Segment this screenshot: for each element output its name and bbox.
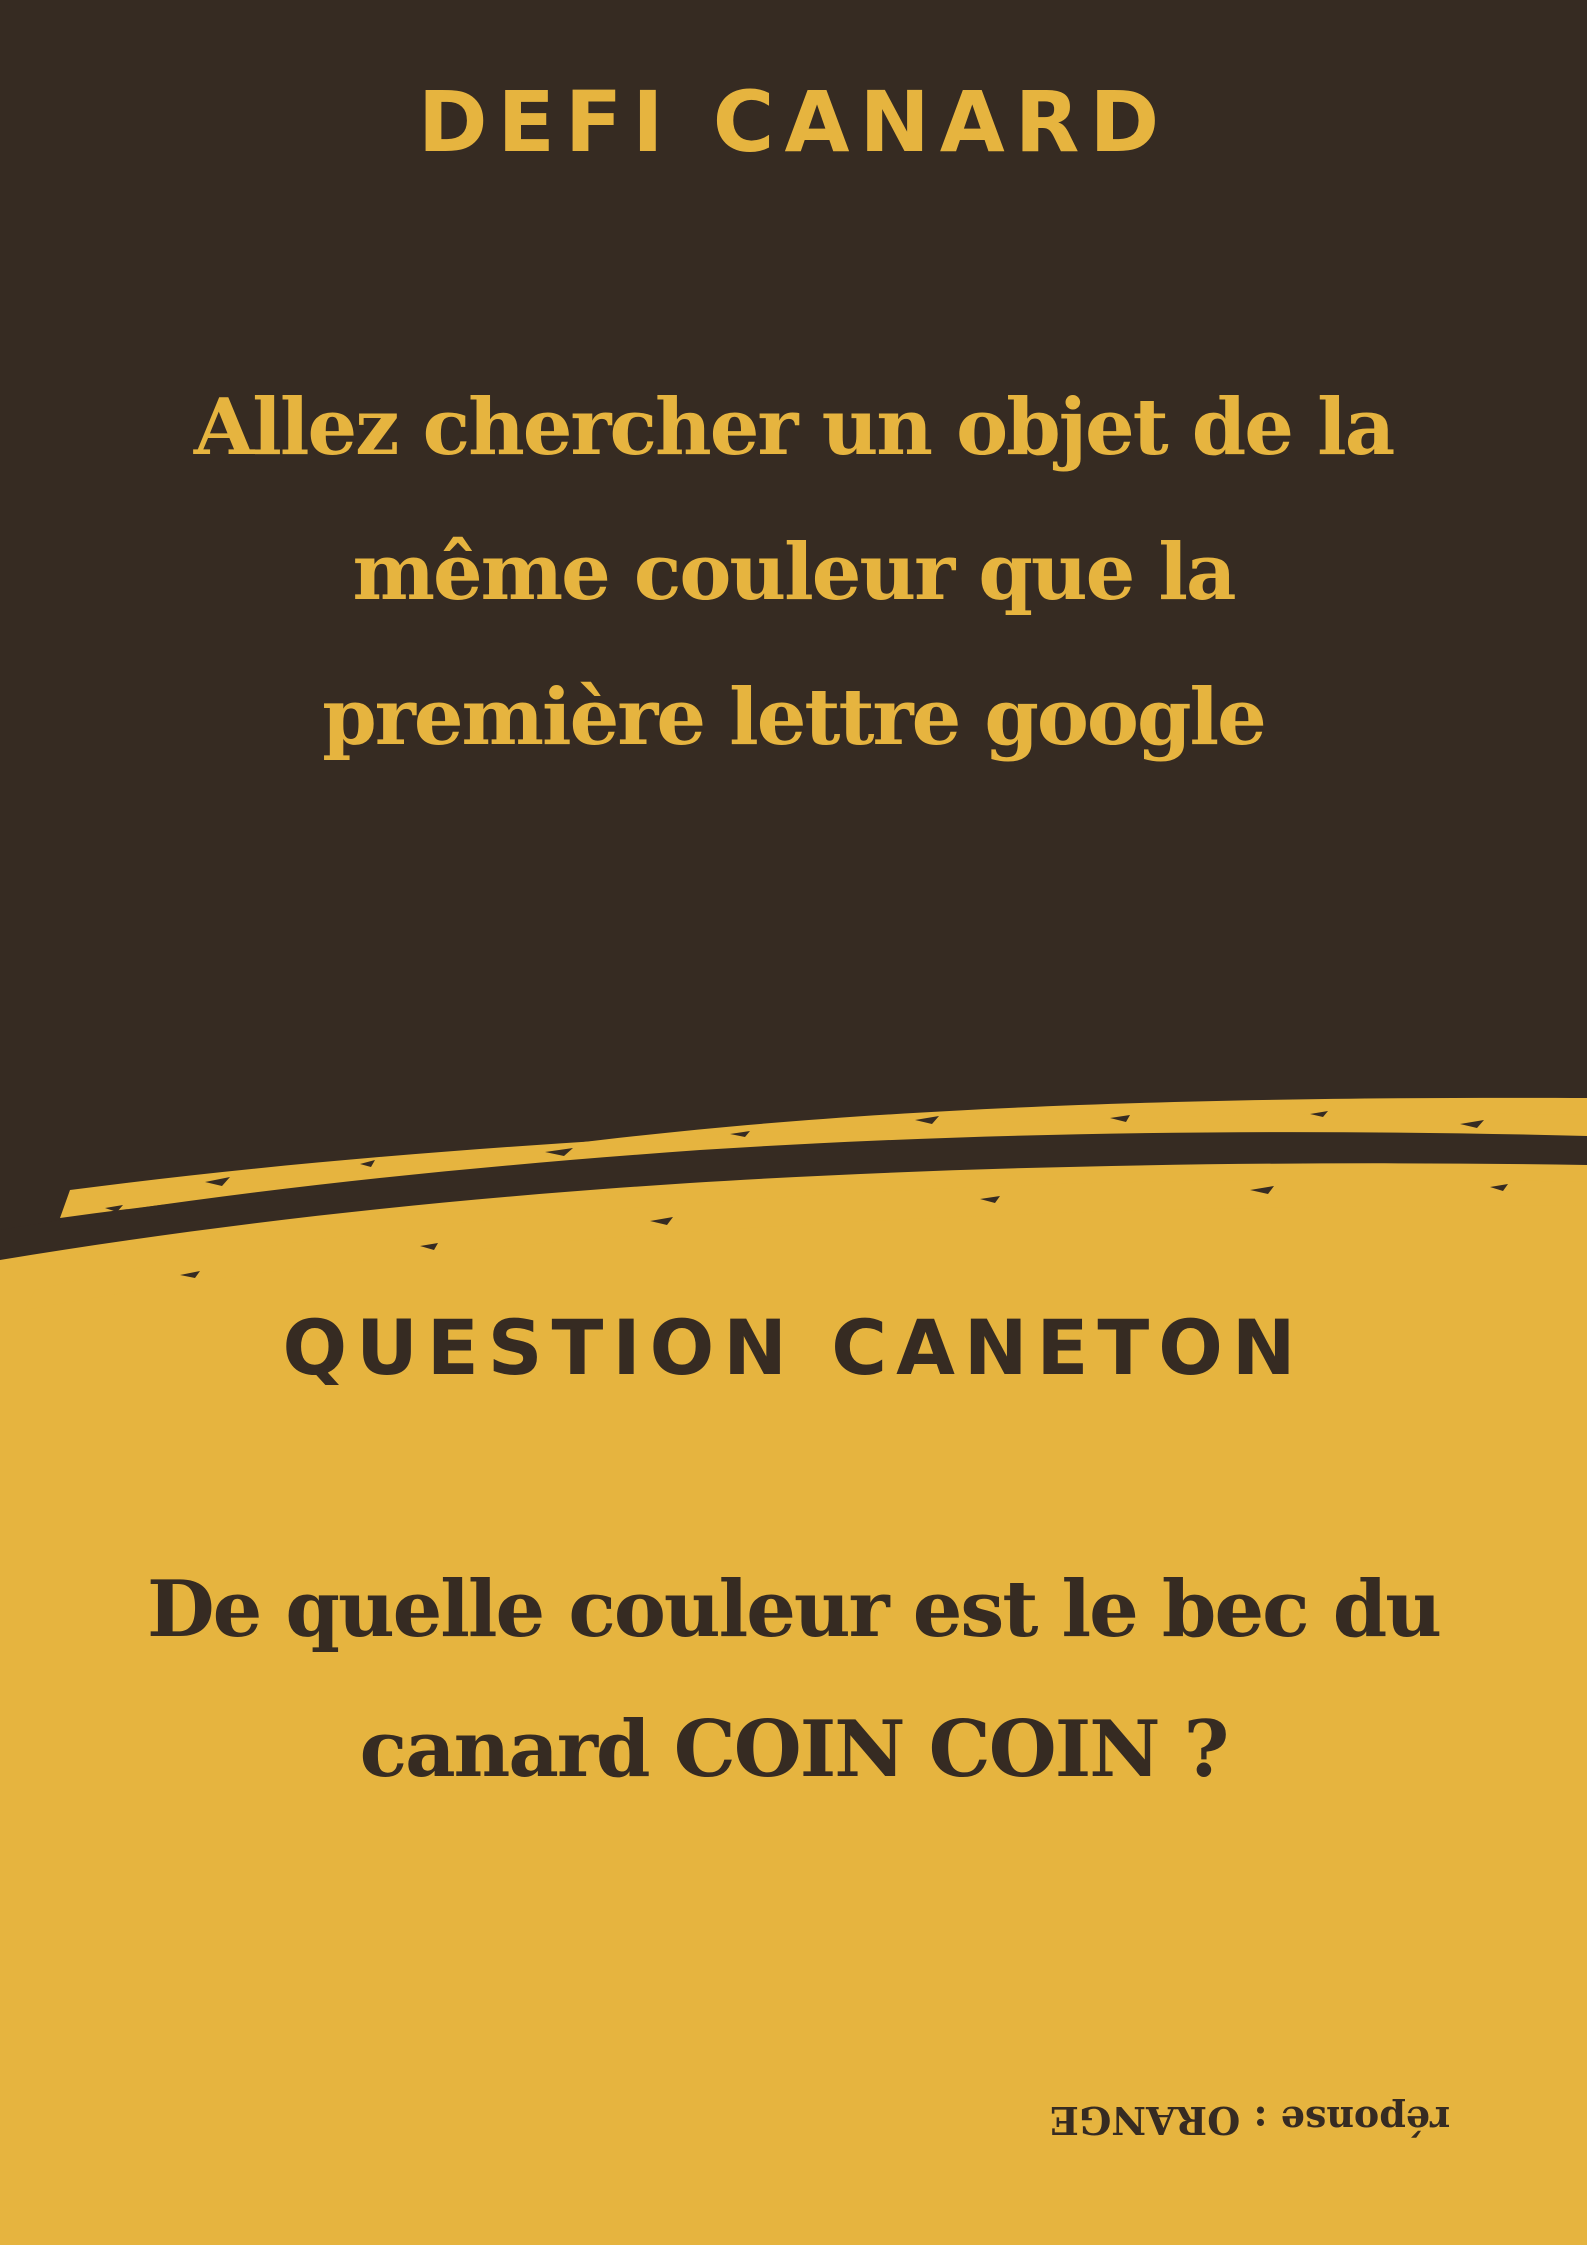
question-label: QUESTION CANETON — [282, 1303, 1305, 1392]
question-text: De quelle couleur est le bec du canard C… — [147, 1564, 1442, 1795]
challenge-label: DEFI CANARD — [417, 73, 1170, 171]
upside-down-answer: réponse : ORANGE — [1049, 2098, 1451, 2143]
duck-challenge-card: DEFI CANARD Allez chercher un objet de l… — [0, 0, 1587, 2245]
challenge-text: Allez chercher un objet de la même coule… — [193, 382, 1396, 763]
